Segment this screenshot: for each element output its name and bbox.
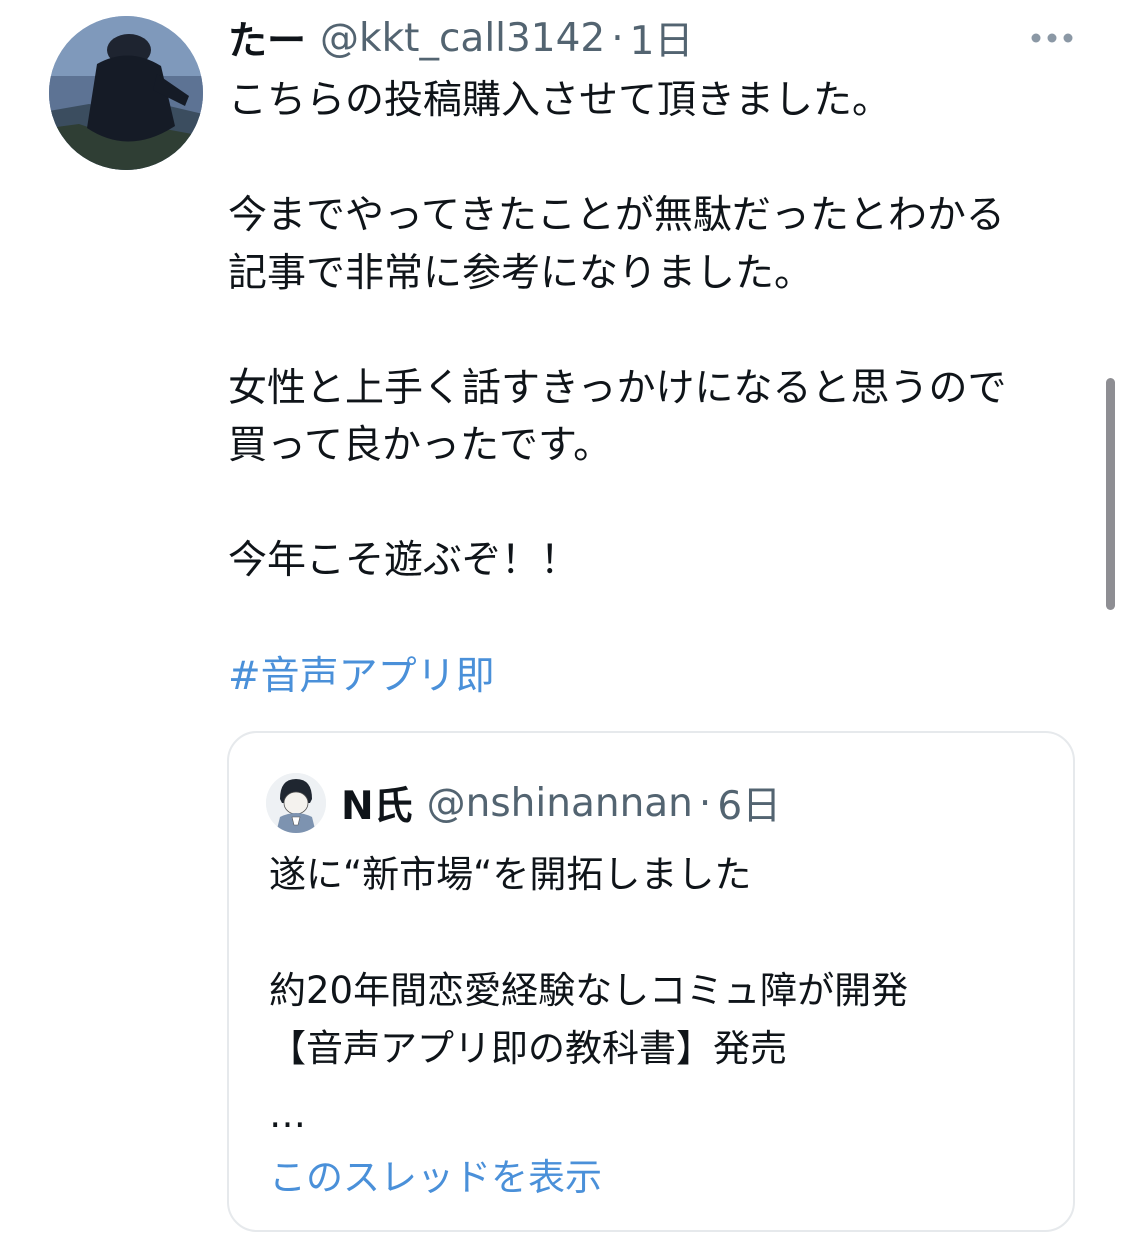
quoted-separator-dot: · [698,780,712,826]
avatar[interactable] [49,16,203,170]
avatar-photo [49,16,203,170]
hashtag-link[interactable]: #音声アプリ即 [228,648,495,705]
quoted-user-handle[interactable]: @nshinannan [427,781,693,826]
quoted-text: 遂に“新市場“を開拓しました 約20年間恋愛経験なしコミュ障が開発 【音声アプリ… [269,853,909,1070]
quoted-display-name[interactable]: N氏 [341,775,413,831]
timestamp[interactable]: 1日 [630,10,694,66]
quoted-header: N氏 @nshinannan · 6日 [341,775,781,831]
quoted-avatar-illustration [266,773,326,833]
more-horizontal-icon[interactable] [1030,32,1074,44]
tweet-text: こちらの投稿購入させて頂きました。 今までやってきたことが無駄だったとわかる 記… [228,78,1007,583]
quoted-tweet[interactable]: N氏 @nshinannan · 6日 遂に“新市場“を開拓しました 約20年間… [227,731,1075,1232]
tweet[interactable]: たー @kkt_call3142 · 1日 こちらの投稿購入させて頂きました。 … [0,0,1125,1242]
quoted-ellipsis: … [269,1093,306,1136]
quoted-avatar[interactable] [266,773,326,833]
scrollbar[interactable] [1106,378,1115,610]
quoted-timestamp[interactable]: 6日 [717,775,781,831]
tweet-header: たー @kkt_call3142 · 1日 [228,10,694,66]
show-thread-link[interactable]: このスレッドを表示 [269,1149,602,1207]
user-handle[interactable]: @kkt_call3142 [320,16,605,61]
separator-dot: · [611,15,624,61]
display-name[interactable]: たー [228,10,306,66]
